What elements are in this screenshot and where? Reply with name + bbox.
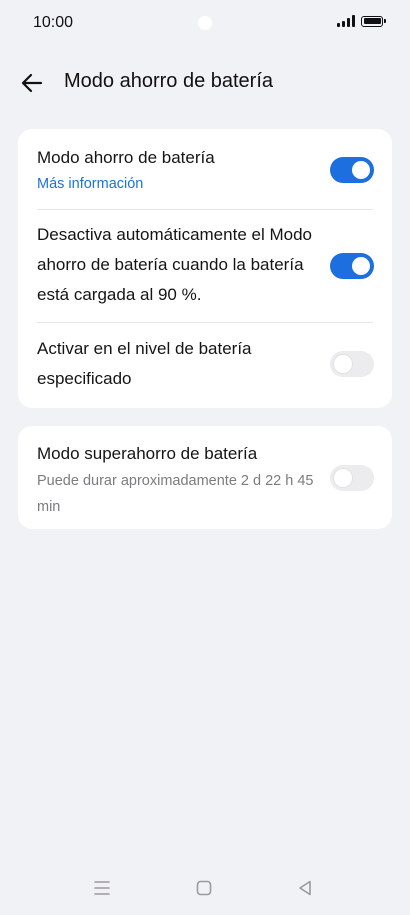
battery-saver-label: Modo ahorro de batería <box>37 148 215 167</box>
super-saver-row[interactable]: Modo superahorro de batería Puede durar … <box>18 426 392 529</box>
settings-card-main: Modo ahorro de batería Más información D… <box>18 129 392 408</box>
auto-disable-toggle[interactable] <box>330 253 374 279</box>
battery-saver-toggle[interactable] <box>330 157 374 183</box>
battery-saver-row[interactable]: Modo ahorro de batería Más información <box>18 129 392 209</box>
signal-icon <box>337 15 355 27</box>
settings-card-super: Modo superahorro de batería Puede durar … <box>18 426 392 529</box>
activate-level-row[interactable]: Activar en el nivel de batería especific… <box>18 323 392 408</box>
app-header: Modo ahorro de batería <box>0 58 410 108</box>
activate-level-label: Activar en el nivel de batería especific… <box>37 339 252 388</box>
menu-icon[interactable] <box>90 876 114 900</box>
home-icon[interactable] <box>192 876 216 900</box>
more-info-link[interactable]: Más información <box>37 176 143 192</box>
toggle-knob <box>352 257 370 275</box>
navigation-bar <box>0 870 410 910</box>
super-saver-label: Modo superahorro de batería <box>37 444 258 463</box>
toggle-knob <box>334 355 352 373</box>
status-icons <box>337 15 386 27</box>
back-triangle-icon[interactable] <box>293 876 317 900</box>
activate-level-toggle[interactable] <box>330 351 374 377</box>
arrow-left-icon[interactable] <box>19 70 45 96</box>
battery-icon <box>361 15 386 27</box>
status-time: 10:00 <box>33 14 74 31</box>
status-bar: 10:00 <box>0 0 410 46</box>
page-title: Modo ahorro de batería <box>64 70 274 92</box>
toggle-knob <box>352 161 370 179</box>
super-saver-toggle[interactable] <box>330 465 374 491</box>
auto-disable-row[interactable]: Desactiva automáticamente el Modo ahorro… <box>18 210 392 322</box>
toggle-knob <box>334 469 352 487</box>
auto-disable-label: Desactiva automáticamente el Modo ahorro… <box>37 225 312 304</box>
super-saver-description: Puede durar aproximadamente 2 d 22 h 45 … <box>37 473 314 515</box>
front-camera <box>198 16 212 30</box>
